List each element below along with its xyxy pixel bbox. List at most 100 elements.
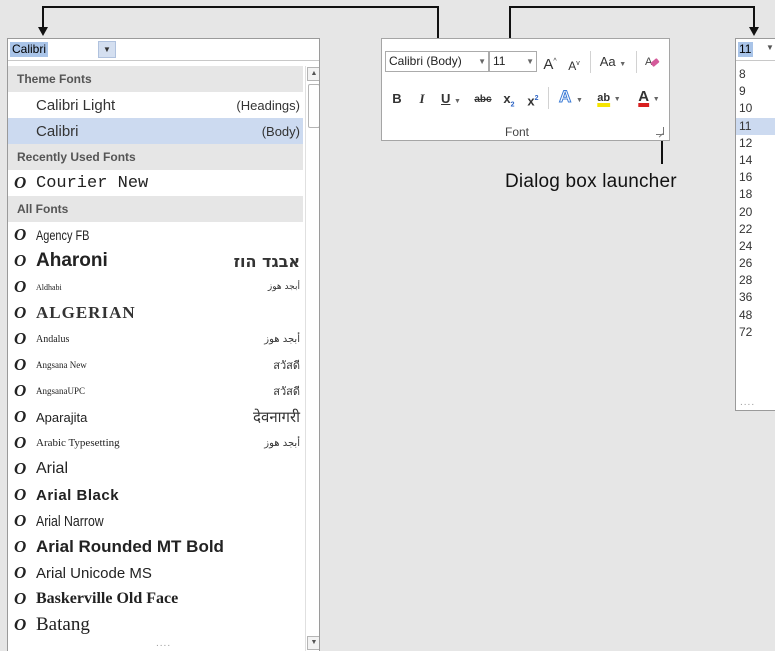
font-item-label: Arabic Typesetting	[36, 437, 120, 449]
font-item-arabic-typesetting[interactable]: O Arabic Typesetting أبجد هوز	[8, 430, 303, 456]
size-item[interactable]: 18	[736, 186, 775, 203]
size-item[interactable]: 10	[736, 100, 775, 117]
font-item-arial-rounded-mt-bold[interactable]: O Arial Rounded MT Bold	[8, 534, 303, 560]
size-item[interactable]: 22	[736, 221, 775, 238]
font-item-sample: أبجد هوز	[264, 437, 300, 449]
font-item-batang[interactable]: O Batang	[8, 612, 303, 638]
font-item-agency-fb[interactable]: O Agency FB	[8, 222, 303, 248]
section-header-theme-fonts: Theme Fonts	[8, 66, 303, 92]
font-size-list: 8 9 10 11 12 14 16 18 20 22 24 26 28 36 48 72	[736, 66, 775, 341]
size-item[interactable]: 9	[736, 83, 775, 100]
size-item[interactable]: 8	[736, 66, 775, 83]
truetype-icon: O	[14, 563, 27, 582]
size-item[interactable]: 16	[736, 169, 775, 186]
font-item-arial-narrow[interactable]: O Arial Narrow	[8, 508, 303, 534]
arrow-down-icon	[38, 27, 48, 36]
font-size-combobox[interactable]: 11 ▼	[736, 39, 775, 61]
dropdown-arrow-icon[interactable]: ▼	[98, 41, 116, 58]
font-name-value: Calibri (Body)	[389, 54, 462, 68]
shrink-font-button[interactable]: Av	[567, 56, 581, 74]
change-case-button[interactable]: Aa ▼	[596, 54, 630, 73]
font-size-box[interactable]: 11 ▼	[489, 51, 537, 72]
subscript-button[interactable]: x2	[500, 91, 518, 114]
strikethrough-button[interactable]: abc	[472, 92, 494, 108]
size-item[interactable]: 20	[736, 204, 775, 221]
font-item-sample: देवनागरी	[253, 408, 300, 426]
bold-button[interactable]: B	[390, 91, 404, 107]
font-item-calibri[interactable]: Calibri (Body)	[8, 118, 303, 144]
truetype-icon: O	[14, 407, 27, 426]
underline-icon: U	[441, 91, 451, 106]
size-item[interactable]: 12	[736, 135, 775, 152]
font-item-aldhabi[interactable]: O Aldhabi أبجد هوز	[8, 274, 303, 300]
italic-button[interactable]: I	[415, 91, 429, 107]
font-item-label: Aharoni	[36, 250, 108, 271]
font-item-label: Baskerville Old Face	[36, 590, 179, 607]
font-item-arial-black[interactable]: O Arial Black	[8, 482, 303, 508]
dropdown-arrow-icon[interactable]: ▼	[526, 52, 534, 71]
resize-grip-icon[interactable]: ....	[740, 397, 755, 408]
arrow-down-icon	[749, 27, 759, 36]
clear-formatting-button[interactable]: A	[643, 53, 661, 75]
font-color-icon: A	[638, 88, 650, 105]
font-item-label: Arial Unicode MS	[36, 564, 152, 582]
font-item-label: ALGERIAN	[36, 303, 136, 322]
font-item-label: Aldhabi	[36, 282, 62, 292]
font-item-label: Calibri Light	[36, 96, 116, 114]
font-item-algerian[interactable]: O ALGERIAN	[8, 300, 303, 326]
size-item[interactable]: 24	[736, 238, 775, 255]
font-item-angsanaupc[interactable]: O AngsanaUPC สวัสดี	[8, 378, 303, 404]
font-item-label: Calibri	[36, 122, 79, 140]
font-item-angsana-new[interactable]: O Angsana New สวัสดี	[8, 352, 303, 378]
font-item-aparajita[interactable]: O Aparajita देवनागरी	[8, 404, 303, 430]
font-dropdown-panel: Calibri ▼ Theme Fonts Calibri Light (Hea…	[7, 38, 320, 651]
highlight-button[interactable]: ab ▼	[592, 89, 626, 108]
scrollbar-thumb[interactable]	[308, 84, 319, 128]
scroll-up-icon[interactable]: ▲	[307, 67, 319, 81]
truetype-icon: O	[14, 303, 27, 322]
dropdown-arrow-icon[interactable]: ▼	[766, 43, 774, 52]
section-header-recent-fonts: Recently Used Fonts	[8, 144, 303, 170]
dialog-launcher-icon[interactable]	[656, 127, 664, 135]
font-item-label: Aparajita	[36, 409, 88, 425]
font-item-calibri-light[interactable]: Calibri Light (Headings)	[8, 92, 303, 118]
size-item[interactable]: 26	[736, 255, 775, 272]
size-item[interactable]: 36	[736, 289, 775, 306]
callout-line	[661, 140, 663, 164]
font-item-courier-new[interactable]: O Courier New	[8, 170, 303, 196]
connector-line	[509, 6, 511, 38]
font-item-sample: สวัสดี	[273, 385, 300, 398]
font-item-baskerville-old-face[interactable]: O Baskerville Old Face	[8, 586, 303, 612]
text-effects-button[interactable]: A ▼	[554, 88, 588, 109]
scroll-down-icon[interactable]: ▼	[307, 636, 319, 650]
size-item[interactable]: 11	[736, 117, 775, 135]
font-item-arial-unicode-ms[interactable]: O Arial Unicode MS	[8, 560, 303, 586]
truetype-icon: O	[14, 485, 27, 504]
truetype-icon: O	[14, 355, 27, 374]
size-item[interactable]: 14	[736, 152, 775, 169]
font-color-button[interactable]: A ▼	[632, 89, 666, 108]
font-item-tag: (Body)	[261, 123, 300, 139]
grow-font-button[interactable]: A^	[543, 54, 557, 73]
font-item-label: Arial	[36, 460, 69, 477]
truetype-icon: O	[14, 537, 27, 556]
font-name-input[interactable]: Calibri	[10, 42, 49, 57]
font-name-box[interactable]: Calibri (Body) ▼	[385, 51, 489, 72]
truetype-icon: O	[14, 433, 27, 452]
font-item-aharoni[interactable]: O Aharoni אבגד הוז	[8, 248, 303, 274]
callout-label: Dialog box launcher	[505, 171, 677, 192]
size-item[interactable]: 28	[736, 272, 775, 289]
resize-grip-icon[interactable]: ....	[156, 638, 171, 649]
section-header-all-fonts: All Fonts	[8, 196, 303, 222]
size-item[interactable]: 72	[736, 324, 775, 341]
superscript-button[interactable]: x2	[524, 91, 542, 109]
font-name-combobox[interactable]: Calibri ▼	[8, 39, 319, 61]
underline-button[interactable]: U ▼	[438, 91, 464, 110]
font-item-arial[interactable]: O Arial	[8, 456, 303, 482]
font-size-input[interactable]: 11	[738, 42, 753, 57]
font-item-andalus[interactable]: O Andalus أبجد هوز	[8, 326, 303, 352]
dropdown-arrow-icon[interactable]: ▼	[478, 52, 486, 71]
font-list-scrollbar[interactable]: ▲ ▼	[305, 66, 319, 651]
superscript-icon: x	[527, 93, 535, 109]
size-item[interactable]: 48	[736, 307, 775, 324]
